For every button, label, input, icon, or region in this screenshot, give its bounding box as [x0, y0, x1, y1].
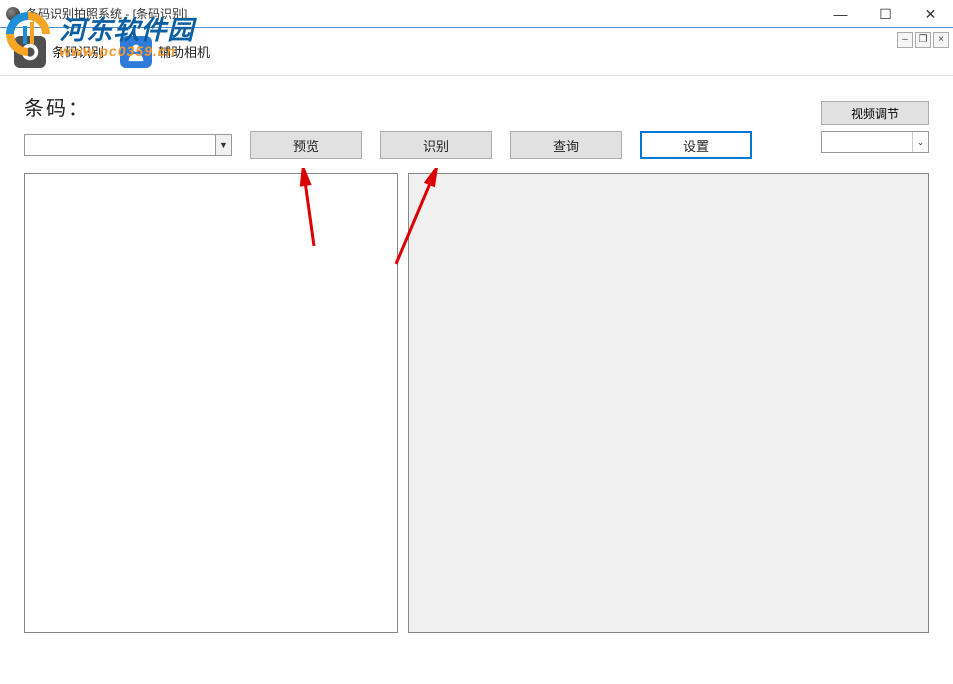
- minimize-icon: —: [834, 6, 848, 22]
- content-area: 条码： ▼ 预览 识别 查询 设置 视频调节 ⌄: [0, 76, 953, 643]
- chevron-down-icon[interactable]: ▼: [215, 135, 231, 155]
- window-title: 条码识别拍照系统 - [条码识别]: [26, 5, 187, 22]
- chevron-down-icon[interactable]: ⌄: [912, 132, 928, 152]
- toolbar: 条码识别 辅助相机: [0, 28, 953, 76]
- toolbar-item-camera[interactable]: 辅助相机: [114, 32, 216, 72]
- controls-row: ▼ 预览 识别 查询 设置 视频调节 ⌄: [24, 131, 929, 159]
- minimize-button[interactable]: —: [818, 0, 863, 28]
- panels: [24, 173, 929, 633]
- barcode-label: 条码：: [24, 92, 90, 121]
- close-icon: ✕: [925, 6, 937, 23]
- camera-select[interactable]: ⌄: [821, 131, 929, 153]
- titlebar: 条码识别拍照系统 - [条码识别] — ☐ ✕: [0, 0, 953, 28]
- user-icon: [120, 36, 152, 68]
- toolbar-item-barcode[interactable]: 条码识别: [8, 32, 110, 72]
- barcode-icon: [14, 36, 46, 68]
- app-icon: [6, 7, 20, 21]
- preview-button[interactable]: 预览: [250, 131, 362, 159]
- barcode-input[interactable]: [25, 135, 215, 155]
- video-adjust-button[interactable]: 视频调节: [821, 101, 929, 125]
- maximize-icon: ☐: [879, 6, 892, 23]
- query-button[interactable]: 查询: [510, 131, 622, 159]
- right-panel: [408, 173, 929, 633]
- toolbar-camera-label: 辅助相机: [158, 42, 210, 61]
- right-controls: 视频调节 ⌄: [821, 101, 929, 153]
- recognize-button[interactable]: 识别: [380, 131, 492, 159]
- toolbar-barcode-label: 条码识别: [52, 42, 104, 61]
- close-button[interactable]: ✕: [908, 0, 953, 28]
- barcode-combo[interactable]: ▼: [24, 134, 232, 156]
- maximize-button[interactable]: ☐: [863, 0, 908, 28]
- left-panel: [24, 173, 398, 633]
- window-controls: — ☐ ✕: [818, 0, 953, 28]
- settings-button[interactable]: 设置: [640, 131, 752, 159]
